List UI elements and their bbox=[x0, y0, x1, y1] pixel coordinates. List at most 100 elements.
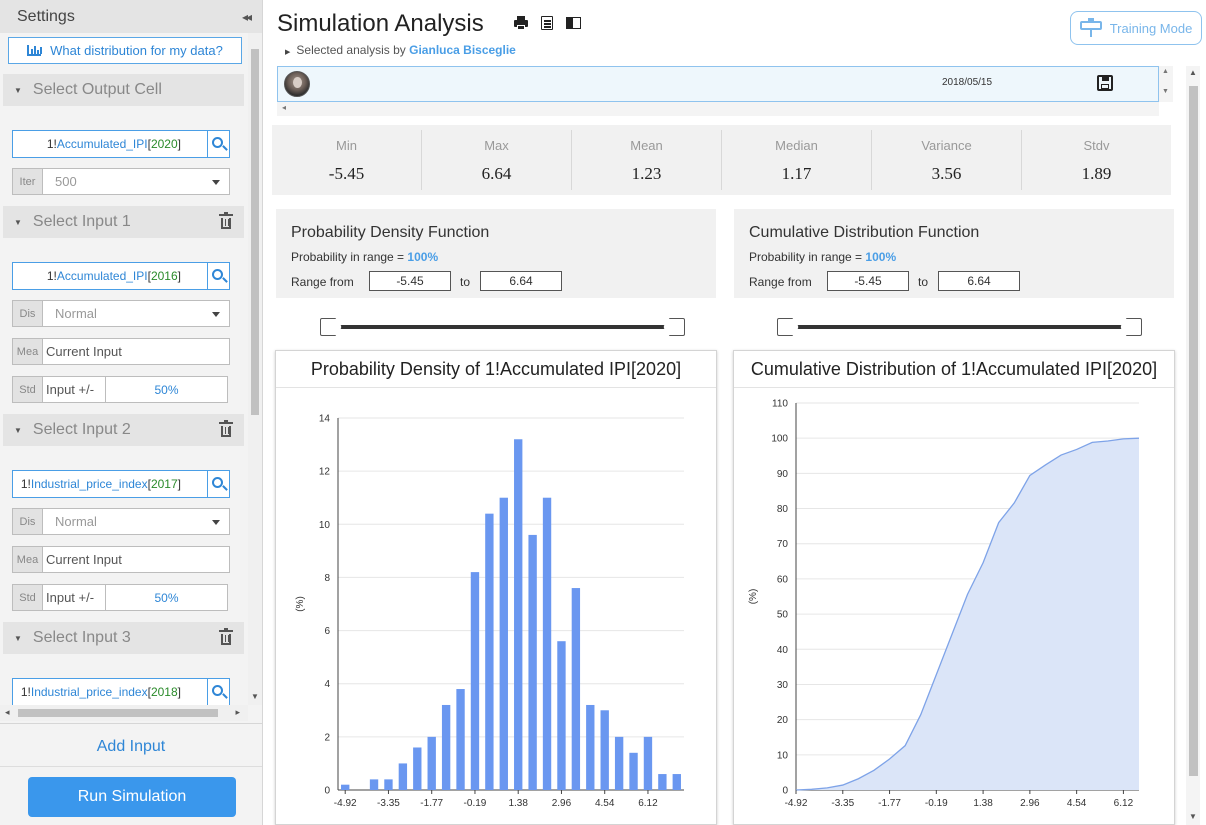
distribution-text: Normal bbox=[55, 514, 97, 529]
scroll-up-arrow-icon[interactable]: ▲ bbox=[1162, 68, 1169, 75]
cdf-chart: Cumulative Distribution of 1!Accumulated… bbox=[733, 350, 1175, 825]
scroll-down-arrow-icon[interactable]: ▼ bbox=[251, 692, 259, 701]
scroll-up-arrow-icon[interactable]: ▲ bbox=[1189, 68, 1197, 77]
range-from-label: Range from bbox=[291, 275, 354, 289]
output-cell-ref: 1! Accumulated_IPI[2020] bbox=[46, 137, 181, 151]
stat-min: Min -5.45 bbox=[272, 130, 422, 190]
stat-value: 6.64 bbox=[481, 164, 512, 183]
search-icon[interactable] bbox=[207, 471, 229, 497]
trash-icon[interactable] bbox=[219, 212, 233, 229]
history-vertical-scrollbar[interactable]: ▲ ▼ bbox=[1159, 66, 1173, 102]
collapse-triangle-icon: ▼ bbox=[14, 633, 22, 643]
sidebar-vertical-scrollbar[interactable]: ▼ bbox=[248, 33, 262, 705]
slider-track[interactable] bbox=[334, 325, 671, 329]
mean-value: Current Input bbox=[46, 552, 122, 567]
cdf-range-slider[interactable] bbox=[777, 316, 1142, 338]
cell-name: Accumulated_IPI bbox=[56, 269, 148, 283]
input-2-mean-field[interactable]: Mea Current Input bbox=[12, 546, 230, 573]
histogram-bar bbox=[427, 736, 436, 790]
scroll-left-arrow-icon[interactable]: ◂ bbox=[282, 103, 286, 112]
search-icon[interactable] bbox=[207, 131, 229, 157]
y-tick-label: 90 bbox=[777, 469, 789, 480]
range-from-input[interactable]: -5.45 bbox=[369, 271, 451, 291]
scroll-right-arrow-icon[interactable]: ▸ bbox=[235, 707, 240, 718]
save-icon[interactable] bbox=[1097, 75, 1113, 91]
panel-title: Cumulative Distribution Function bbox=[749, 224, 980, 241]
print-icon[interactable] bbox=[514, 16, 528, 30]
main-vertical-scrollbar[interactable]: ▲ ▼ bbox=[1186, 66, 1200, 825]
toggle-panel-icon[interactable] bbox=[566, 17, 581, 29]
histogram-bar bbox=[441, 704, 451, 790]
pdf-range-slider[interactable] bbox=[320, 316, 685, 338]
iterations-text: 500 bbox=[55, 174, 77, 189]
x-tick-label: 1.38 bbox=[508, 798, 528, 809]
slider-track[interactable] bbox=[791, 325, 1128, 329]
dis-tag: Dis bbox=[13, 301, 43, 326]
run-simulation-button[interactable]: Run Simulation bbox=[28, 777, 236, 817]
cell-prefix: 1! bbox=[20, 685, 31, 699]
scroll-down-arrow-icon[interactable]: ▼ bbox=[1162, 88, 1169, 95]
author-name[interactable]: Gianluca Bisceglie bbox=[409, 43, 516, 57]
output-cell-field[interactable]: 1! Accumulated_IPI[2020] bbox=[12, 130, 230, 158]
export-icon[interactable] bbox=[541, 16, 553, 30]
add-input-link[interactable]: Add Input bbox=[0, 738, 262, 756]
input-2-cell-field[interactable]: 1! Industrial_price_index[2017] bbox=[12, 470, 230, 498]
section-select-input-1[interactable]: ▼ Select Input 1 bbox=[3, 206, 244, 238]
y-tick-label: 80 bbox=[777, 504, 789, 515]
std-value[interactable]: 50% bbox=[106, 585, 227, 610]
input-1-std-field[interactable]: Std Input +/- 50% bbox=[12, 376, 228, 403]
y-tick-label: 12 bbox=[319, 467, 331, 478]
std-value[interactable]: 50% bbox=[106, 377, 227, 402]
slider-handle-right[interactable] bbox=[1120, 318, 1142, 336]
collapse-triangle-icon: ▼ bbox=[14, 425, 22, 435]
x-tick-label: 6.12 bbox=[638, 798, 658, 809]
histogram-bar bbox=[629, 752, 638, 790]
search-icon[interactable] bbox=[207, 263, 229, 289]
expand-triangle-icon[interactable]: ▶ bbox=[285, 49, 290, 56]
section-select-input-2[interactable]: ▼ Select Input 2 bbox=[3, 414, 244, 446]
trash-icon[interactable] bbox=[219, 420, 233, 437]
stat-name: Variance bbox=[921, 138, 972, 153]
input-2-distribution-select[interactable]: Dis Normal bbox=[12, 508, 230, 535]
scrollbar-thumb[interactable] bbox=[251, 49, 259, 415]
scrollbar-thumb[interactable] bbox=[1189, 86, 1198, 776]
presentation-board-icon bbox=[1079, 18, 1102, 38]
stat-name: Stdv bbox=[1083, 138, 1110, 153]
stat-value: 1.17 bbox=[781, 164, 812, 183]
history-horizontal-scrollbar[interactable]: ◂ bbox=[277, 102, 1159, 116]
slider-handle-left[interactable] bbox=[777, 318, 799, 336]
stat-value: 1.89 bbox=[1081, 164, 1112, 183]
stat-stdv: Stdv 1.89 bbox=[1022, 130, 1171, 190]
sidebar-horizontal-scrollbar[interactable]: ◂ ▸ bbox=[0, 705, 248, 721]
input-1-mean-field[interactable]: Mea Current Input bbox=[12, 338, 230, 365]
stat-variance: Variance 3.56 bbox=[872, 130, 1022, 190]
trash-icon[interactable] bbox=[219, 628, 233, 645]
slider-handle-left[interactable] bbox=[320, 318, 342, 336]
input-1-cell-field[interactable]: 1! Accumulated_IPI[2016] bbox=[12, 262, 230, 290]
scroll-down-arrow-icon[interactable]: ▼ bbox=[1189, 812, 1197, 821]
scroll-left-arrow-icon[interactable]: ◂ bbox=[5, 707, 10, 718]
range-from-input[interactable]: -5.45 bbox=[827, 271, 909, 291]
iterations-select[interactable]: Iter 500 bbox=[12, 168, 230, 195]
range-to-input[interactable]: 6.64 bbox=[480, 271, 562, 291]
distribution-help-button[interactable]: What distribution for my data? bbox=[8, 37, 242, 64]
input-1-distribution-select[interactable]: Dis Normal bbox=[12, 300, 230, 327]
analysis-history-row[interactable]: 2018/05/15 bbox=[277, 66, 1159, 102]
app-root: Settings ◂◂ What distribution for my dat… bbox=[0, 0, 1206, 825]
training-mode-button[interactable]: Training Mode bbox=[1070, 11, 1202, 45]
y-tick-label: 10 bbox=[319, 520, 331, 531]
input-2-std-field[interactable]: Std Input +/- 50% bbox=[12, 584, 228, 611]
section-select-input-3[interactable]: ▼ Select Input 3 bbox=[3, 622, 244, 654]
collapse-sidebar-icon[interactable]: ◂◂ bbox=[242, 10, 252, 24]
x-tick-label: 2.96 bbox=[1020, 798, 1040, 809]
range-to-input[interactable]: 6.64 bbox=[938, 271, 1020, 291]
input-3-cell-field[interactable]: 1! Industrial_price_index[2018] bbox=[12, 678, 230, 705]
sidebar-scroll-area: What distribution for my data? ▼ Select … bbox=[0, 33, 248, 705]
search-icon[interactable] bbox=[207, 679, 229, 705]
x-tick-label: -3.35 bbox=[831, 798, 854, 809]
prob-label: Probability in range = bbox=[291, 250, 405, 264]
scrollbar-thumb[interactable] bbox=[18, 709, 218, 717]
section-select-output[interactable]: ▼ Select Output Cell bbox=[3, 74, 244, 106]
chart-title: Probability Density of 1!Accumulated IPI… bbox=[276, 351, 716, 388]
slider-handle-right[interactable] bbox=[663, 318, 685, 336]
